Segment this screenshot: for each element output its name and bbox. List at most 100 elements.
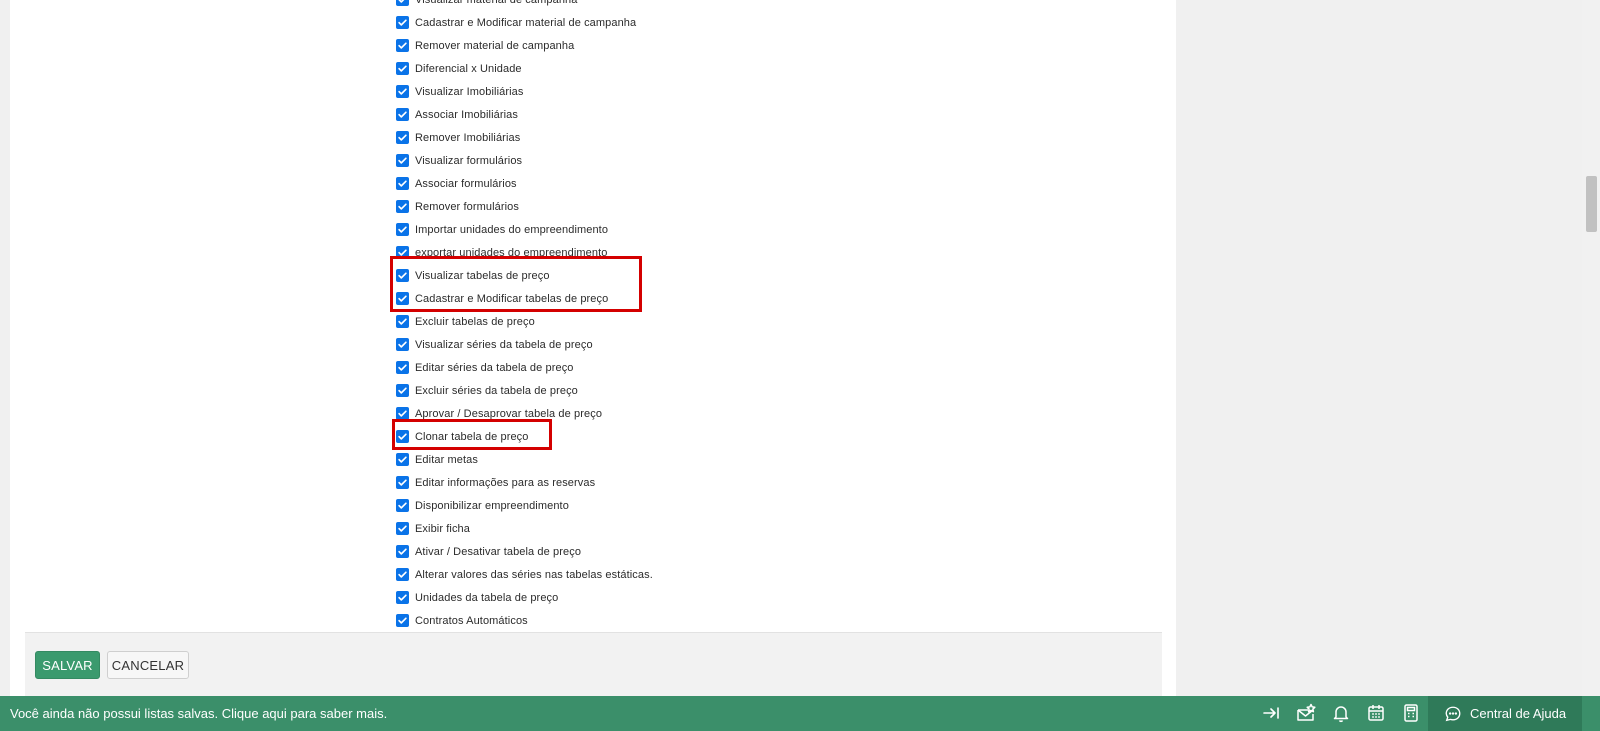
permission-label[interactable]: Excluir tabelas de preço: [415, 316, 535, 328]
permission-item: Cadastrar e Modificar tabelas de preço: [396, 287, 796, 310]
permission-label[interactable]: Aprovar / Desaprovar tabela de preço: [415, 408, 602, 420]
permission-checkbox[interactable]: [396, 591, 409, 604]
permission-checkbox[interactable]: [396, 108, 409, 121]
permission-item: Disponibilizar empreendimento: [396, 494, 796, 517]
permission-item: Remover Imobiliárias: [396, 126, 796, 149]
permission-checkbox[interactable]: [396, 62, 409, 75]
permission-item: Contratos Automáticos: [396, 609, 796, 632]
permission-item: Editar metas: [396, 448, 796, 471]
calendar-icon[interactable]: [1365, 702, 1387, 724]
permission-item: Editar informações para as reservas: [396, 471, 796, 494]
permission-label[interactable]: Ativar / Desativar tabela de preço: [415, 546, 581, 558]
bell-icon[interactable]: [1330, 702, 1352, 724]
permission-checkbox[interactable]: [396, 476, 409, 489]
permission-item: Editar séries da tabela de preço: [396, 356, 796, 379]
permission-checkbox[interactable]: [396, 338, 409, 351]
permission-label[interactable]: exportar unidades do empreendimento: [415, 247, 607, 259]
permission-checkbox[interactable]: [396, 85, 409, 98]
permission-label[interactable]: Exibir ficha: [415, 523, 470, 535]
permission-item: Clonar tabela de preço: [396, 425, 796, 448]
permission-label[interactable]: Remover material de campanha: [415, 40, 574, 52]
permission-checkbox[interactable]: [396, 361, 409, 374]
permission-item: Visualizar material de campanha: [396, 0, 796, 11]
permission-checkbox[interactable]: [396, 407, 409, 420]
permission-checkbox[interactable]: [396, 292, 409, 305]
cancel-button[interactable]: CANCELAR: [107, 651, 189, 679]
help-center-label: Central de Ajuda: [1470, 706, 1567, 721]
permission-label[interactable]: Editar metas: [415, 454, 478, 466]
permission-label[interactable]: Clonar tabela de preço: [415, 431, 529, 443]
bottom-bar: Você ainda não possui listas salvas. Cli…: [0, 696, 1600, 731]
saved-lists-message[interactable]: Você ainda não possui listas salvas. Cli…: [10, 696, 387, 731]
permissions-list: Visualizar material de campanha Cadastrar…: [396, 0, 796, 632]
collapse-arrow-icon[interactable]: [1260, 702, 1282, 724]
permission-label[interactable]: Diferencial x Unidade: [415, 63, 522, 75]
permission-checkbox[interactable]: [396, 522, 409, 535]
permission-label[interactable]: Visualizar séries da tabela de preço: [415, 339, 593, 351]
permission-label[interactable]: Cadastrar e Modificar material de campan…: [415, 17, 636, 29]
bottom-bar-edge: [1582, 696, 1600, 731]
permission-checkbox[interactable]: [396, 177, 409, 190]
permission-label[interactable]: Disponibilizar empreendimento: [415, 500, 569, 512]
permission-label[interactable]: Editar séries da tabela de preço: [415, 362, 574, 374]
save-button[interactable]: SALVAR: [35, 651, 100, 679]
permission-item: Associar Imobiliárias: [396, 103, 796, 126]
permission-label[interactable]: Associar formulários: [415, 178, 517, 190]
permission-item: exportar unidades do empreendimento: [396, 241, 796, 264]
permission-item: Excluir tabelas de preço: [396, 310, 796, 333]
permission-item: Exibir ficha: [396, 517, 796, 540]
permission-checkbox[interactable]: [396, 246, 409, 259]
permission-item: Cadastrar e Modificar material de campan…: [396, 11, 796, 34]
permission-checkbox[interactable]: [396, 131, 409, 144]
permission-item: Visualizar Imobiliárias: [396, 80, 796, 103]
permission-label[interactable]: Remover Imobiliárias: [415, 132, 520, 144]
permission-item: Remover formulários: [396, 195, 796, 218]
chat-bubble-icon: [1445, 706, 1461, 721]
permission-label[interactable]: Visualizar material de campanha: [415, 0, 577, 6]
permission-label[interactable]: Associar Imobiliárias: [415, 109, 518, 121]
scrollbar-thumb[interactable]: [1586, 176, 1597, 232]
permission-item: Visualizar tabelas de preço: [396, 264, 796, 287]
permission-item: Aprovar / Desaprovar tabela de preço: [396, 402, 796, 425]
permission-label[interactable]: Visualizar Imobiliárias: [415, 86, 523, 98]
mail-star-icon[interactable]: [1295, 702, 1317, 724]
left-gutter: [0, 0, 10, 696]
permission-item: Diferencial x Unidade: [396, 57, 796, 80]
permission-label[interactable]: Unidades da tabela de preço: [415, 592, 558, 604]
permission-item: Ativar / Desativar tabela de preço: [396, 540, 796, 563]
permission-checkbox[interactable]: [396, 430, 409, 443]
permission-label[interactable]: Editar informações para as reservas: [415, 477, 595, 489]
permission-label[interactable]: Excluir séries da tabela de preço: [415, 385, 578, 397]
permission-label[interactable]: Alterar valores das séries nas tabelas e…: [415, 569, 653, 581]
permission-checkbox[interactable]: [396, 384, 409, 397]
permission-checkbox[interactable]: [396, 269, 409, 282]
permission-checkbox[interactable]: [396, 453, 409, 466]
form-footer: SALVAR CANCELAR: [25, 632, 1162, 696]
permission-item: Importar unidades do empreendimento: [396, 218, 796, 241]
scrollbar-track[interactable]: [1582, 0, 1600, 696]
permission-label[interactable]: Visualizar formulários: [415, 155, 522, 167]
help-center-button[interactable]: Central de Ajuda: [1428, 696, 1582, 731]
calculator-icon[interactable]: [1400, 702, 1422, 724]
permission-checkbox[interactable]: [396, 614, 409, 627]
permission-label[interactable]: Contratos Automáticos: [415, 615, 528, 627]
permission-checkbox[interactable]: [396, 154, 409, 167]
permission-checkbox[interactable]: [396, 315, 409, 328]
permission-label[interactable]: Cadastrar e Modificar tabelas de preço: [415, 293, 608, 305]
permission-checkbox[interactable]: [396, 200, 409, 213]
permission-label[interactable]: Importar unidades do empreendimento: [415, 224, 608, 236]
permission-checkbox[interactable]: [396, 568, 409, 581]
permission-checkbox[interactable]: [396, 39, 409, 52]
permission-item: Excluir séries da tabela de preço: [396, 379, 796, 402]
permission-label[interactable]: Remover formulários: [415, 201, 519, 213]
permission-checkbox[interactable]: [396, 223, 409, 236]
permission-checkbox[interactable]: [396, 499, 409, 512]
permission-item: Visualizar formulários: [396, 149, 796, 172]
permission-checkbox[interactable]: [396, 16, 409, 29]
permission-label[interactable]: Visualizar tabelas de preço: [415, 270, 550, 282]
permission-item: Remover material de campanha: [396, 34, 796, 57]
right-empty-area: [1176, 0, 1582, 696]
permission-checkbox[interactable]: [396, 545, 409, 558]
permission-checkbox[interactable]: [396, 0, 409, 6]
permission-item: Alterar valores das séries nas tabelas e…: [396, 563, 796, 586]
